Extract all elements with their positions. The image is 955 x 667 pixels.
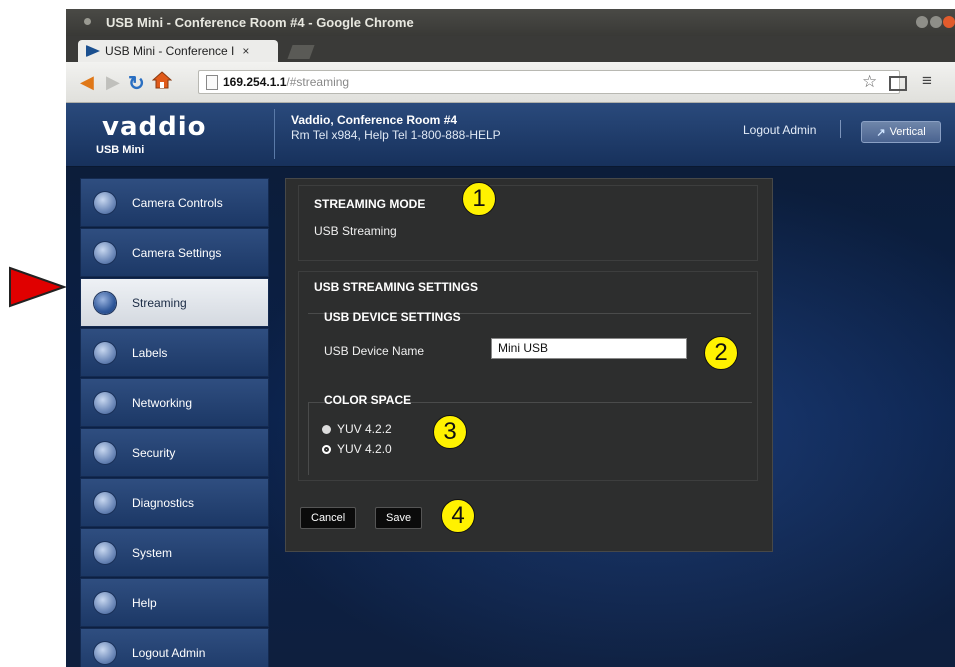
power-icon [94, 641, 116, 664]
vaddio-favicon-icon [86, 45, 100, 57]
callout-2: 2 [704, 336, 738, 370]
color-space-heading: COLOR SPACE [324, 393, 412, 407]
radio-selected[interactable] [322, 444, 331, 454]
address-bar[interactable]: 169.254.1.1/#streaming [198, 70, 900, 94]
color-option-label: YUV 4.2.2 [337, 422, 392, 436]
labels-icon [94, 341, 116, 364]
radio-unselected[interactable] [322, 424, 331, 434]
save-button[interactable]: Save [375, 507, 423, 529]
browser-toolbar: ◀ ▶ ↻ 169.254.1.1/#streaming ☆ ≡ [66, 62, 955, 103]
page-icon [206, 75, 218, 90]
sidebar-item-diagnostics[interactable]: Diagnostics [80, 478, 269, 527]
window-title: USB Mini - Conference Room #4 - Google C… [106, 15, 414, 30]
tab-title: USB Mini - Conference I [105, 44, 235, 58]
forward-arrow-icon[interactable]: ▶ [106, 73, 120, 91]
sidebar-item-labels[interactable]: Labels [80, 328, 269, 377]
window-fit-icon[interactable] [889, 76, 907, 91]
color-option-yuv422[interactable]: YUV 4.2.2 [322, 422, 392, 436]
callout-4: 4 [441, 499, 475, 533]
device-phones: Rm Tel x984, Help Tel 1-800-888-HELP [291, 128, 501, 142]
back-arrow-icon[interactable]: ◀ [80, 73, 94, 91]
sidebar-item-system[interactable]: System [80, 528, 269, 577]
sidebar-item-label: Diagnostics [132, 495, 195, 510]
sidebar-item-label: Logout Admin [132, 645, 206, 660]
usb-device-name-label: USB Device Name [324, 344, 425, 358]
callout-1: 1 [462, 182, 496, 216]
lock-icon [94, 441, 116, 464]
sidebar-item-label: Streaming [132, 295, 187, 310]
pointer-arrow-icon [9, 266, 66, 308]
logout-link[interactable]: Logout Admin [743, 123, 816, 137]
streaming-mode-value: USB Streaming [314, 224, 397, 238]
close-window-button[interactable] [943, 16, 955, 28]
color-space-group [308, 402, 752, 475]
networking-icon [94, 391, 116, 414]
streaming-mode-heading: STREAMING MODE [314, 197, 426, 211]
browser-window: USB Mini - Conference Room #4 - Google C… [66, 9, 955, 667]
new-tab-button[interactable] [287, 45, 315, 59]
usb-device-settings-heading: USB DEVICE SETTINGS [324, 310, 461, 324]
sidebar-item-camera-settings[interactable]: Camera Settings [80, 228, 269, 277]
camera-settings-icon [94, 241, 116, 264]
camera-controls-icon [94, 191, 116, 214]
sidebar-item-security[interactable]: Security [80, 428, 269, 477]
sidebar-item-label: Help [132, 595, 157, 610]
usb-device-name-input[interactable]: Mini USB [491, 338, 687, 359]
callout-3: 3 [433, 415, 467, 449]
streaming-panel: STREAMING MODE USB Streaming USB STREAMI… [285, 178, 773, 552]
help-icon [94, 591, 116, 614]
sidebar-item-streaming[interactable]: Streaming [80, 278, 269, 327]
tab-close-icon[interactable]: × [242, 44, 249, 58]
diagnostics-icon [94, 491, 116, 514]
tab-strip: USB Mini - Conference I × [66, 36, 955, 62]
system-gear-icon [94, 541, 116, 564]
browser-tab[interactable]: USB Mini - Conference I × [78, 40, 278, 62]
page-header: vaddio USB Mini Vaddio, Conference Room … [66, 103, 955, 167]
vertical-label: Vertical [889, 126, 926, 138]
cancel-button[interactable]: Cancel [300, 507, 357, 529]
sidebar-item-camera-controls[interactable]: Camera Controls [80, 178, 269, 227]
vertical-toggle-button[interactable]: ↗ Vertical [861, 121, 941, 143]
sidebar-item-label: Security [132, 445, 176, 460]
web-page: vaddio USB Mini Vaddio, Conference Room … [66, 103, 955, 667]
sidebar-nav: Camera Controls Camera Settings Streamin… [80, 178, 269, 667]
sidebar-item-help[interactable]: Help [80, 578, 269, 627]
window-titlebar: USB Mini - Conference Room #4 - Google C… [66, 9, 955, 36]
color-option-yuv420[interactable]: YUV 4.2.0 [322, 442, 392, 456]
device-title: Vaddio, Conference Room #4 [291, 113, 458, 127]
home-icon[interactable] [152, 71, 172, 89]
product-name: USB Mini [96, 144, 145, 156]
header-divider [274, 109, 275, 159]
vertical-icon: ↗ [876, 126, 886, 139]
sidebar-item-label: Camera Settings [132, 245, 222, 260]
usb-streaming-settings-heading: USB STREAMING SETTINGS [314, 280, 479, 294]
url-text: 169.254.1.1/#streaming [223, 75, 350, 89]
sidebar-item-label: Camera Controls [132, 195, 223, 210]
sidebar-item-label: System [132, 545, 173, 560]
sidebar-item-label: Labels [132, 345, 168, 360]
header-separator [840, 120, 841, 138]
reload-icon[interactable]: ↻ [128, 71, 145, 96]
sidebar-item-networking[interactable]: Networking [80, 378, 269, 427]
streaming-icon [94, 291, 116, 314]
maximize-button[interactable] [930, 16, 942, 28]
minimize-button[interactable] [916, 16, 928, 28]
menu-icon[interactable]: ≡ [922, 72, 932, 89]
sidebar-item-logout[interactable]: Logout Admin [80, 628, 269, 667]
vaddio-logo: vaddio [102, 112, 207, 142]
sidebar-item-label: Networking [132, 395, 193, 410]
color-option-label: YUV 4.2.0 [337, 442, 392, 456]
bookmark-star-icon[interactable]: ☆ [862, 73, 877, 90]
window-menu-icon[interactable] [84, 18, 91, 25]
